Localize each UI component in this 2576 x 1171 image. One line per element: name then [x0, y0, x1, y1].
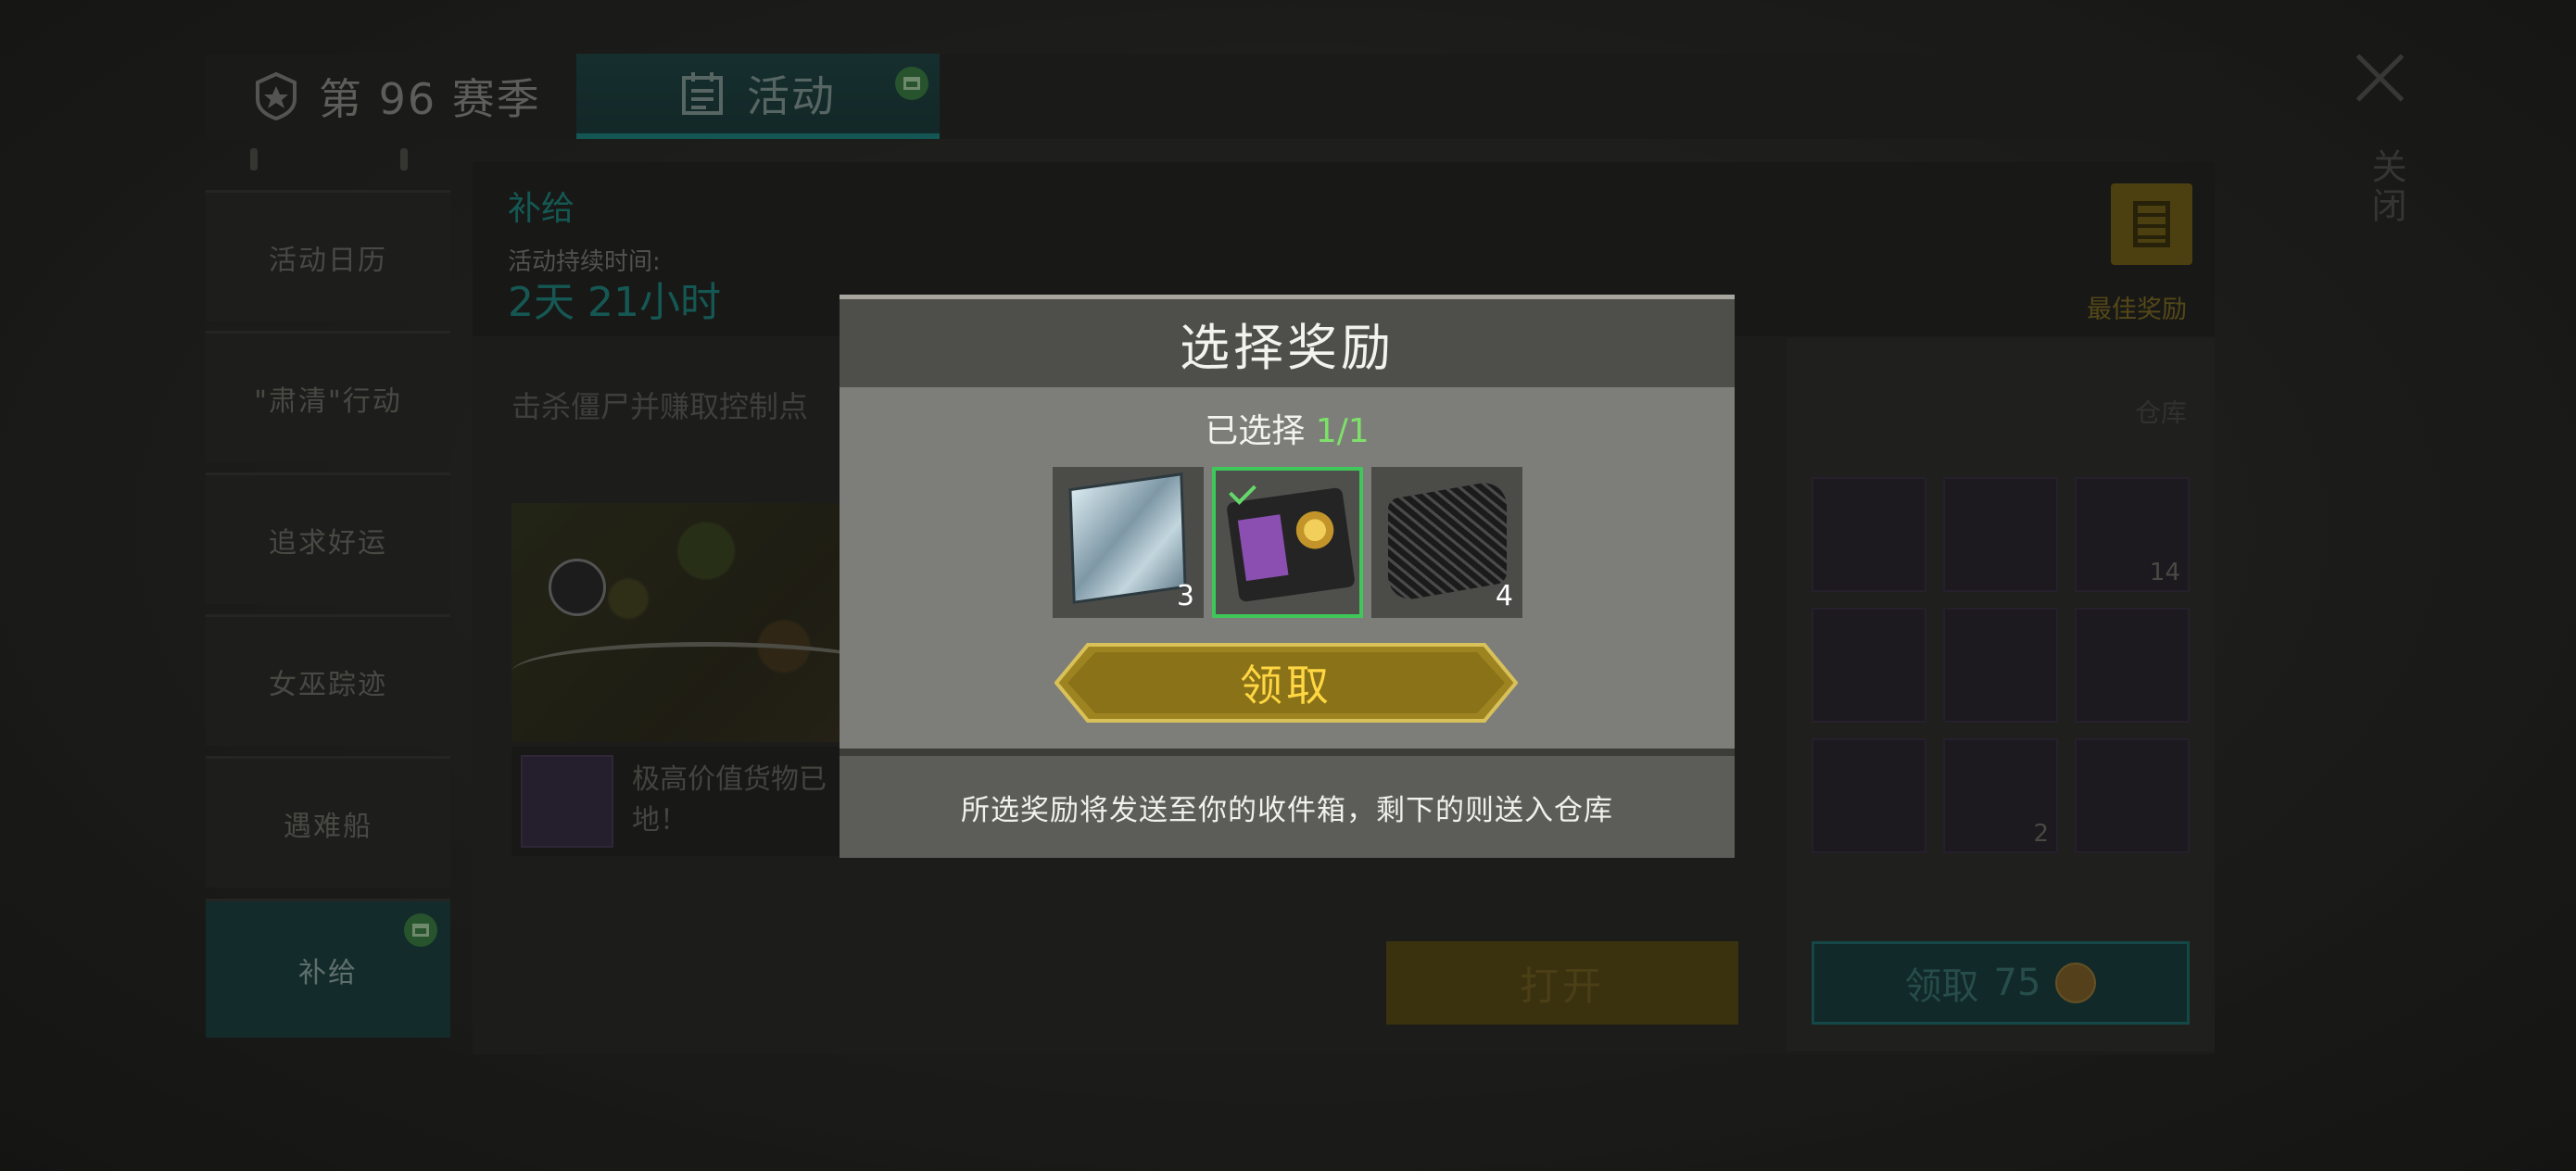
modal-claim-label: 领取 [1240, 661, 1332, 711]
modal-divider [840, 749, 1735, 756]
metal-plate-icon [1071, 475, 1184, 601]
selected-count-line: 已选择 1/1 [840, 404, 1735, 452]
reward-count: 3 [1176, 580, 1194, 612]
badge-decoration [1292, 503, 1338, 557]
modal-claim-button[interactable]: 领取 [1054, 643, 1518, 723]
modal-note: 所选奖励将发送至你的收件箱，剩下的则送入仓库 [840, 756, 1735, 858]
reward-option-mesh[interactable]: 4 [1371, 467, 1522, 618]
reward-option-plate[interactable]: 3 [1053, 467, 1204, 618]
reward-option-wallet[interactable] [1212, 467, 1363, 618]
id-card-decoration [1237, 514, 1289, 582]
selected-prefix: 已选择 [1205, 412, 1306, 450]
modal-title: 选择奖励 [840, 299, 1735, 387]
selected-count: 1/1 [1315, 412, 1370, 450]
carbon-mesh-icon [1388, 478, 1507, 604]
police-badge-wallet-icon [1226, 486, 1356, 603]
reward-count: 4 [1495, 580, 1513, 612]
